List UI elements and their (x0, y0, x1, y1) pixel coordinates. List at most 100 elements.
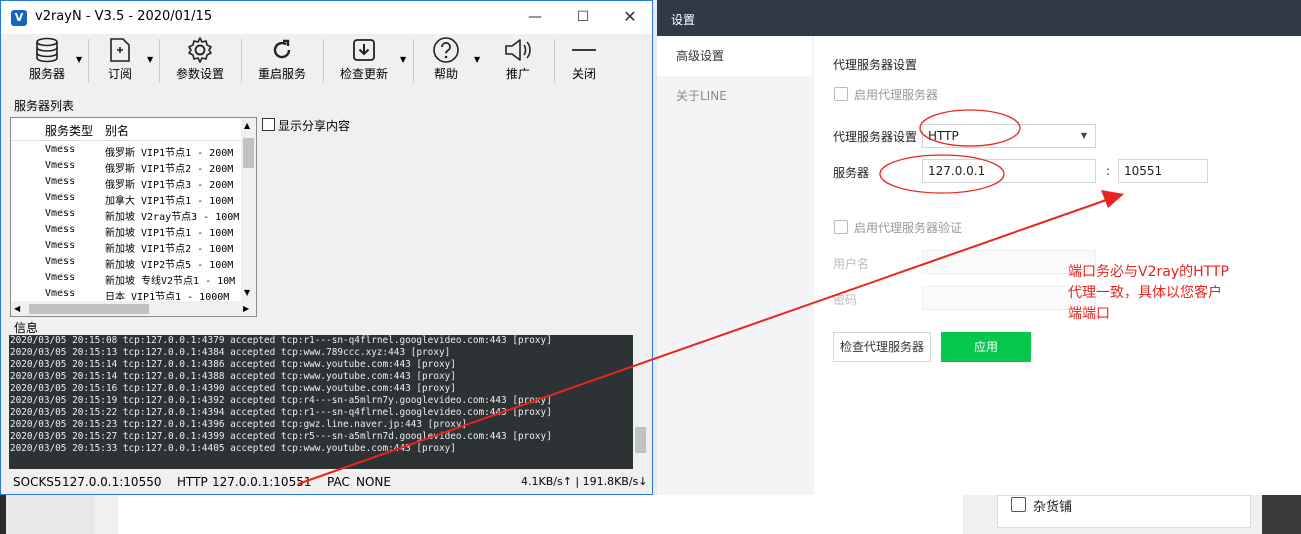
subscribe-icon (98, 35, 142, 65)
list-item[interactable]: Vmess 新加坡 VIP2节点5 - 100M (11, 256, 241, 272)
log-line: 2020/03/05 20:15:19 tcp:127.0.0.1:4392 a… (10, 395, 552, 406)
port-colon: : (1106, 164, 1111, 178)
background-checkbox[interactable] (1011, 497, 1026, 512)
status-bar: SOCKS5 127.0.0.1:10550 HTTP 127.0.0.1:10… (1, 470, 652, 494)
list-item[interactable]: Vmess 俄罗斯 VIP1节点3 - 200M (11, 176, 241, 192)
subscribe-button[interactable]: 订阅 (98, 35, 142, 85)
servers-dropdown-icon[interactable]: ▼ (76, 55, 82, 64)
log-line: 2020/03/05 20:15:33 tcp:127.0.0.1:4405 a… (10, 443, 456, 454)
download-icon (334, 35, 394, 65)
scroll-up-icon[interactable]: ▲ (244, 121, 250, 130)
password-label: 密码 (833, 293, 858, 307)
socks-label: SOCKS5 (13, 475, 62, 489)
servers-button[interactable]: 服务器 (22, 35, 72, 85)
scroll-down-icon[interactable]: ▼ (244, 288, 250, 297)
app-logo-icon: V (11, 10, 27, 26)
toolbar-separator (413, 39, 414, 83)
server-address-input[interactable]: 127.0.0.1 (922, 159, 1096, 183)
server-list-label: 服务器列表 (14, 99, 75, 113)
port-input[interactable]: 10551 (1118, 159, 1208, 183)
apply-button[interactable]: 应用 (941, 332, 1031, 362)
list-item[interactable]: Vmess 加拿大 VIP1节点1 - 100M (11, 192, 241, 208)
scroll-right-icon[interactable]: ▶ (243, 304, 249, 313)
list-item[interactable]: Vmess 日本 VIP1节点1 - 1000M (11, 288, 241, 300)
list-hscroll-thumb[interactable] (29, 304, 149, 314)
column-header-type[interactable]: 服务类型 (45, 122, 93, 139)
check-update-button[interactable]: 检查更新 (334, 35, 394, 85)
proxy-type-select[interactable]: HTTP ▼ (922, 124, 1096, 148)
database-icon (22, 35, 72, 65)
maximize-button[interactable]: ☐ (573, 7, 593, 27)
annotation-text: 端口务必与V2ray的HTTP代理一致，具体以您客户端端口 (1068, 264, 1229, 322)
gear-icon (170, 35, 230, 65)
list-header: 服务类型 别名 (11, 118, 241, 141)
speaker-icon (498, 35, 538, 65)
pac-label: PAC (327, 475, 350, 489)
log-line: 2020/03/05 20:15:14 tcp:127.0.0.1:4388 a… (10, 371, 456, 382)
server-list[interactable]: 服务类型 别名 Vmess 俄罗斯 VIP1节点1 - 200M Vmess 俄罗斯… (10, 117, 257, 317)
background-app-content (118, 495, 963, 534)
promote-label: 推广 (505, 67, 530, 81)
log-output[interactable]: 2020/03/05 20:15:08 tcp:127.0.0.1:4379 a… (9, 335, 633, 469)
log-line: 2020/03/05 20:15:16 tcp:127.0.0.1:4390 a… (10, 383, 456, 394)
show-share-checkbox[interactable] (262, 118, 275, 131)
list-scroll-thumb[interactable] (243, 138, 254, 168)
minus-icon (564, 35, 604, 65)
enable-auth-checkbox[interactable] (834, 220, 848, 234)
titlebar: V v2rayN - V3.5 - 2020/01/15 — ☐ ✕ (1, 1, 652, 34)
toolbar-separator (159, 39, 160, 83)
server-label: 服务器 (833, 166, 870, 180)
scroll-left-icon[interactable]: ◀ (14, 304, 20, 313)
help-icon (426, 35, 466, 65)
proxy-type-value: HTTP (928, 129, 959, 143)
background-checkbox-label: 杂货铺 (1033, 500, 1073, 515)
list-item[interactable]: Vmess 新加坡 V2ray节点3 - 100M (11, 208, 241, 224)
enable-auth-label: 启用代理服务器验证 (854, 221, 963, 235)
subscribe-dropdown-icon[interactable]: ▼ (147, 55, 153, 64)
servers-label: 服务器 (28, 67, 65, 81)
promote-button[interactable]: 推广 (498, 35, 538, 85)
http-label: HTTP (177, 475, 208, 489)
show-share-label: 显示分享内容 (278, 119, 351, 133)
check-update-label: 检查更新 (339, 67, 388, 81)
list-item[interactable]: Vmess 俄罗斯 VIP1节点2 - 200M (11, 160, 241, 176)
list-item[interactable]: Vmess 新加坡 VIP1节点2 - 100M (11, 240, 241, 256)
refresh-icon (252, 35, 312, 65)
update-dropdown-icon[interactable]: ▼ (400, 55, 406, 64)
info-label: 信息 (14, 321, 39, 335)
log-line: 2020/03/05 20:15:08 tcp:127.0.0.1:4379 a… (10, 335, 552, 346)
help-dropdown-icon[interactable]: ▼ (474, 55, 480, 64)
help-button[interactable]: 帮助 (426, 35, 466, 85)
subscribe-label: 订阅 (107, 67, 132, 81)
log-line: 2020/03/05 20:15:23 tcp:127.0.0.1:4396 a… (10, 419, 468, 430)
list-item[interactable]: Vmess 俄罗斯 VIP1节点1 - 200M (11, 144, 241, 160)
params-button[interactable]: 参数设置 (170, 35, 230, 85)
minimize-button[interactable]: — (525, 7, 545, 27)
log-line: 2020/03/05 20:15:22 tcp:127.0.0.1:4394 a… (10, 407, 552, 418)
list-item[interactable]: Vmess 新加坡 专线V2节点1 - 10M (11, 272, 241, 288)
chevron-down-icon: ▼ (1080, 131, 1087, 140)
toolbar-separator (323, 39, 324, 83)
proxy-settings-heading: 代理服务器设置 (833, 58, 918, 72)
close-window-button[interactable]: ✕ (620, 7, 640, 27)
username-label: 用户名 (833, 257, 870, 271)
nav-advanced-settings[interactable]: 高级设置 (657, 36, 812, 76)
log-line: 2020/03/05 20:15:13 tcp:127.0.0.1:4384 a… (10, 347, 451, 358)
toolbar-separator (88, 39, 89, 83)
toolbar-separator (554, 39, 555, 83)
close-app-label: 关闭 (571, 67, 596, 81)
settings-window: 设置 高级设置 关于LINE (657, 0, 1301, 495)
nav-about-line[interactable]: 关于LINE (657, 76, 812, 116)
v2rayn-window: V v2rayN - V3.5 - 2020/01/15 — ☐ ✕ 服务器 ▼… (0, 0, 653, 495)
socks-value: 127.0.0.1:10550 (62, 475, 162, 489)
log-line: 2020/03/05 20:15:14 tcp:127.0.0.1:4386 a… (10, 359, 456, 370)
enable-proxy-label: 启用代理服务器 (854, 88, 939, 102)
restart-button[interactable]: 重启服务 (252, 35, 312, 85)
window-title: v2rayN - V3.5 - 2020/01/15 (35, 9, 213, 24)
log-scroll-thumb[interactable] (635, 427, 646, 453)
column-header-alias[interactable]: 别名 (105, 122, 129, 139)
check-proxy-button[interactable]: 检查代理服务器 (833, 332, 931, 362)
list-item[interactable]: Vmess 新加坡 VIP1节点1 - 100M (11, 224, 241, 240)
enable-proxy-checkbox[interactable] (834, 87, 848, 101)
close-app-button[interactable]: 关闭 (564, 35, 604, 85)
